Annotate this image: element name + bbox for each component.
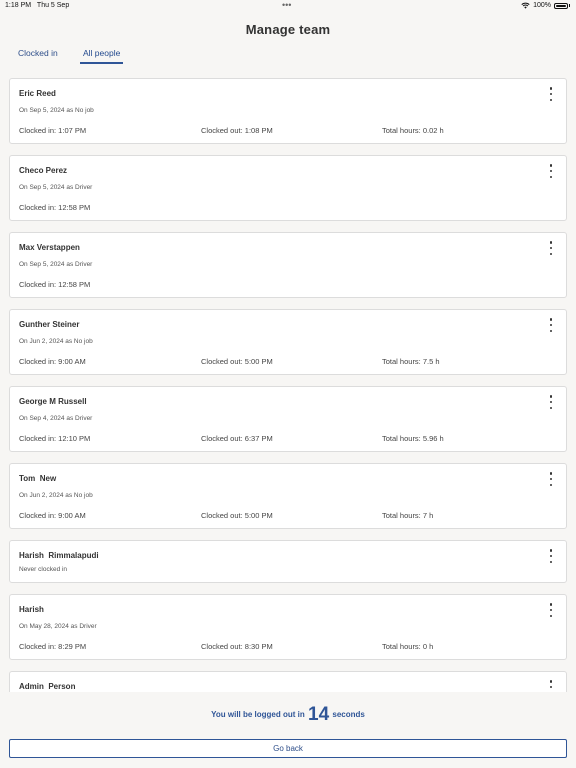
person-card-harish[interactable]: Harish On May 28, 2024 as Driver Clocked… <box>9 594 567 660</box>
person-card-gunther-steiner[interactable]: Gunther Steiner On Jun 2, 2024 as No job… <box>9 309 567 375</box>
go-back-button[interactable]: Go back <box>9 739 567 758</box>
more-options-icon[interactable] <box>548 395 554 409</box>
person-name: Admin Person <box>19 682 76 691</box>
person-shift-info: Never clocked in <box>19 566 68 573</box>
more-options-icon[interactable] <box>548 680 554 692</box>
clocked-in: Clocked in: 9:00 AM <box>19 511 86 520</box>
status-time: 1:18 PM Thu 5 Sep <box>5 2 70 9</box>
status-bar: 1:18 PM Thu 5 Sep ••• 100% <box>0 0 576 12</box>
battery-percent: 100% <box>533 2 551 9</box>
person-name: Max Verstappen <box>19 243 80 252</box>
clocked-in: Clocked in: 12:58 PM <box>19 280 91 289</box>
clocked-in: Clocked in: 12:10 PM <box>19 434 91 443</box>
logout-prefix: You will be logged out in <box>211 710 305 719</box>
logout-count: 14 <box>308 704 330 725</box>
more-options-icon[interactable] <box>548 164 554 178</box>
clocked-out: Clocked out: 5:00 PM <box>201 511 273 520</box>
person-shift-info: On Sep 5, 2024 as Driver <box>19 261 93 268</box>
person-card-max-verstappen[interactable]: Max Verstappen On Sep 5, 2024 as Driver … <box>9 232 567 298</box>
total-hours: Total hours: 5.96 h <box>382 434 444 443</box>
person-card-admin-person[interactable]: Admin Person <box>9 671 567 692</box>
more-options-icon[interactable] <box>548 472 554 486</box>
logout-countdown: You will be logged out in 14 seconds <box>0 704 576 726</box>
person-name: Eric Reed <box>19 89 56 98</box>
person-shift-info: On Jun 2, 2024 as No job <box>19 338 93 345</box>
total-hours: Total hours: 0 h <box>382 642 434 651</box>
status-indicators: 100% <box>521 2 570 9</box>
wifi-icon <box>521 2 530 9</box>
tab-all-people[interactable]: All people <box>80 48 124 64</box>
total-hours: Total hours: 0.02 h <box>382 126 444 135</box>
person-name: Harish <box>19 605 44 614</box>
person-card-harish-rimmalapudi[interactable]: Harish Rimmalapudi Never clocked in <box>9 540 567 583</box>
more-options-icon[interactable] <box>548 318 554 332</box>
person-shift-info: On Sep 5, 2024 as No job <box>19 107 94 114</box>
total-hours: Total hours: 7.5 h <box>382 357 440 366</box>
clocked-in: Clocked in: 9:00 AM <box>19 357 86 366</box>
person-shift-info: On Jun 2, 2024 as No job <box>19 492 93 499</box>
people-list[interactable]: Eric Reed On Sep 5, 2024 as No job Clock… <box>9 78 567 692</box>
battery-icon <box>554 2 568 9</box>
more-options-icon[interactable] <box>548 241 554 255</box>
clocked-in: Clocked in: 1:07 PM <box>19 126 87 135</box>
person-name: Gunther Steiner <box>19 320 80 329</box>
person-name: Tom New <box>19 474 57 483</box>
logout-suffix: seconds <box>332 710 365 719</box>
person-name: Checo Perez <box>19 166 68 175</box>
total-hours: Total hours: 7 h <box>382 511 434 520</box>
tab-clocked-in[interactable]: Clocked in <box>18 48 80 62</box>
page-title: Manage team <box>245 22 331 37</box>
person-shift-info: On May 28, 2024 as Driver <box>19 623 97 630</box>
more-options-icon[interactable] <box>548 87 554 101</box>
more-options-icon[interactable] <box>548 549 554 563</box>
person-card-eric-reed[interactable]: Eric Reed On Sep 5, 2024 as No job Clock… <box>9 78 567 144</box>
person-shift-info: On Sep 4, 2024 as Driver <box>19 415 93 422</box>
person-shift-info: On Sep 5, 2024 as Driver <box>19 184 93 191</box>
clocked-in: Clocked in: 8:29 PM <box>19 642 87 651</box>
more-options-icon[interactable] <box>548 603 554 617</box>
clocked-out: Clocked out: 5:00 PM <box>201 357 273 366</box>
person-card-george-russell[interactable]: George M Russell On Sep 4, 2024 as Drive… <box>9 386 567 452</box>
person-card-checo-perez[interactable]: Checo Perez On Sep 5, 2024 as Driver Clo… <box>9 155 567 221</box>
more-dots-icon[interactable]: ••• <box>282 0 291 10</box>
person-card-tom-new[interactable]: Tom New On Jun 2, 2024 as No job Clocked… <box>9 463 567 529</box>
tab-bar: Clocked in All people <box>18 48 124 64</box>
person-name: Harish Rimmalapudi <box>19 551 99 560</box>
clocked-in: Clocked in: 12:58 PM <box>19 203 91 212</box>
clocked-out: Clocked out: 8:30 PM <box>201 642 273 651</box>
person-name: George M Russell <box>19 397 87 406</box>
clocked-out: Clocked out: 6:37 PM <box>201 434 273 443</box>
clocked-out: Clocked out: 1:08 PM <box>201 126 273 135</box>
